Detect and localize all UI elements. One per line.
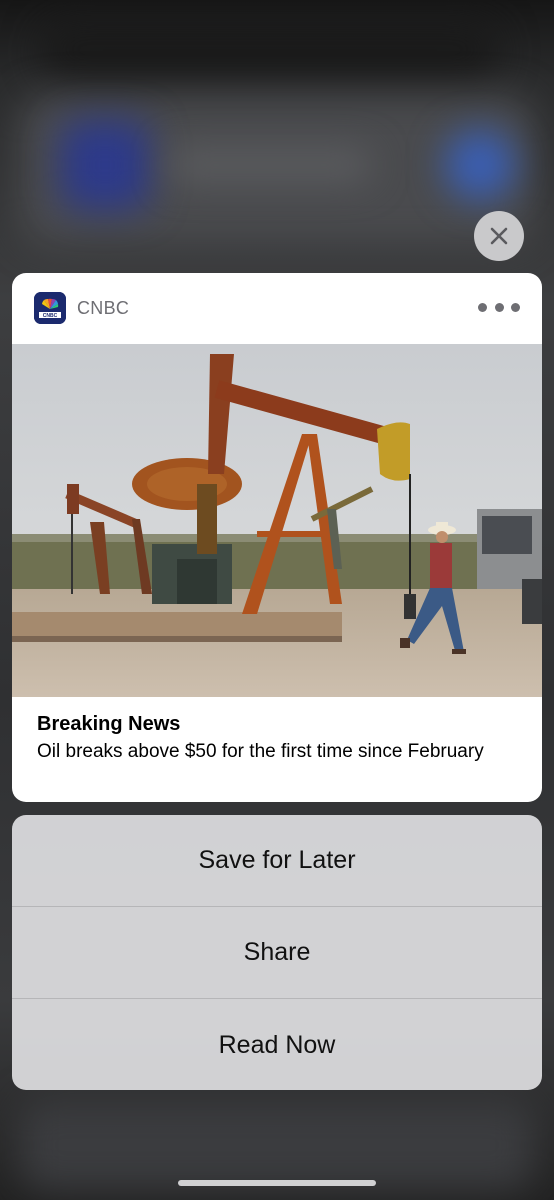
notification-title: Breaking News bbox=[37, 713, 181, 735]
dot-icon bbox=[511, 302, 520, 312]
cnbc-app-icon: CNBC bbox=[34, 292, 66, 324]
notification-image bbox=[12, 344, 542, 697]
app-name: CNBC bbox=[77, 298, 130, 318]
notification-card[interactable]: CNBC CNBC Breaking News Oil breaks above… bbox=[12, 273, 542, 802]
notification-header: CNBC CNBC bbox=[12, 273, 542, 344]
close-button[interactable] bbox=[474, 211, 524, 261]
more-options-button[interactable] bbox=[478, 297, 520, 317]
notification-message: Oil breaks above $50 for the first time … bbox=[37, 741, 484, 762]
svg-text:CNBC: CNBC bbox=[43, 313, 58, 319]
action-sheet: Save for Later Share Read Now bbox=[12, 815, 542, 1090]
share-button[interactable]: Share bbox=[12, 907, 542, 999]
save-for-later-button[interactable]: Save for Later bbox=[12, 815, 542, 907]
dot-icon bbox=[494, 302, 504, 312]
notification-body: Breaking News Oil breaks above $50 for t… bbox=[37, 713, 527, 765]
dot-icon bbox=[478, 302, 487, 312]
close-icon bbox=[490, 227, 508, 245]
home-indicator[interactable] bbox=[178, 1180, 376, 1186]
read-now-button[interactable]: Read Now bbox=[12, 999, 542, 1090]
cnbc-peacock-icon: CNBC bbox=[34, 292, 66, 324]
